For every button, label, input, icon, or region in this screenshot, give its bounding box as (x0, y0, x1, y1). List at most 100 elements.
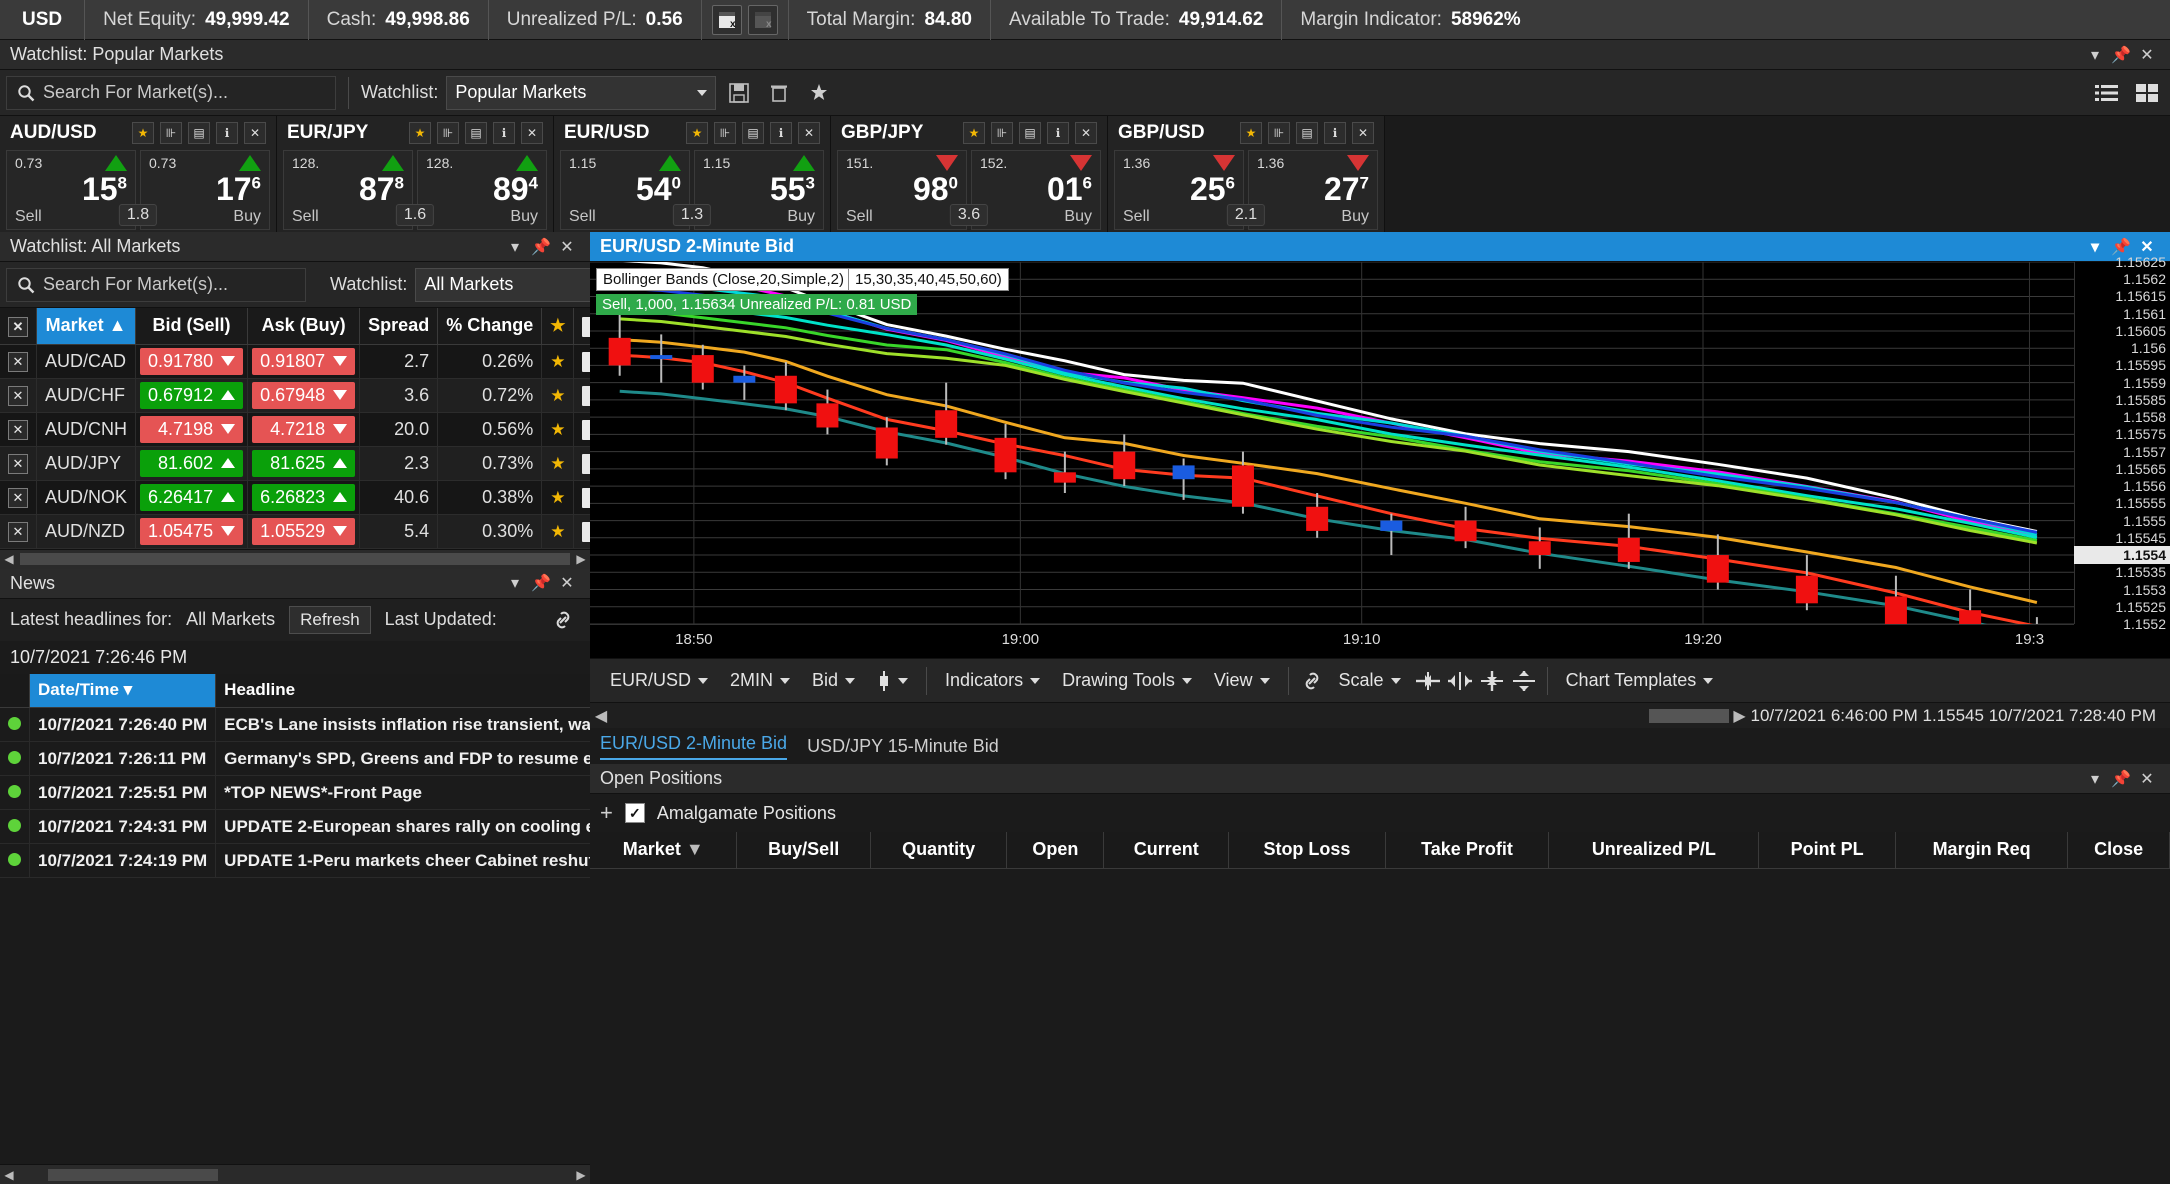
info-icon[interactable]: ℹ (770, 122, 792, 144)
news-refresh-button[interactable]: Refresh (289, 605, 371, 634)
all-markets-close-icon[interactable]: ✕ (554, 234, 580, 260)
close-icon[interactable]: ✕ (1352, 122, 1374, 144)
open-positions-pin-icon[interactable]: 📌 (2108, 766, 2134, 792)
news-horizontal-scrollbar[interactable]: ◀ ▶ (0, 1164, 590, 1184)
tile-buy-button[interactable]: 1.36 277 Buy (1248, 150, 1378, 230)
price-tile-eur-jpy[interactable]: EUR/JPY ★ ⊪ ▤ ℹ ✕ 128. 878 Sell 128. 894 Buy 1.6 (277, 116, 554, 236)
add-position-icon[interactable]: + (600, 800, 613, 826)
news-row[interactable]: 10/7/2021 7:25:51 PM *TOP NEWS*-Front Pag… (0, 775, 642, 810)
row-favorite[interactable]: ★ (541, 514, 575, 549)
open-positions-chevron-down-icon[interactable]: ▾ (2082, 766, 2108, 792)
col-spread[interactable]: Spread (359, 308, 439, 345)
close-icon[interactable]: ✕ (8, 522, 28, 542)
row-ask[interactable]: 6.26823 (247, 480, 361, 515)
chart-interval-select[interactable]: 2MIN (720, 664, 800, 698)
chart-tab-usdjpy[interactable]: USD/JPY 15-Minute Bid (807, 736, 999, 757)
tile-buy-button[interactable]: 0.73 176 Buy (140, 150, 270, 230)
scroll-thumb[interactable] (20, 553, 570, 565)
row-ask[interactable]: 0.91807 (247, 344, 361, 379)
all-markets-pin-icon[interactable]: 📌 (528, 234, 554, 260)
news-row[interactable]: 10/7/2021 7:26:40 PM ECB's Lane insists i… (0, 707, 642, 742)
panel-pin-icon[interactable]: 📌 (2108, 42, 2134, 68)
export-excel-icon[interactable]: x (711, 4, 742, 35)
row-bid[interactable]: 4.7198 (135, 412, 249, 447)
price-tile-eur-usd[interactable]: EUR/USD ★ ⊪ ▤ ℹ ✕ 1.15 540 Sell 1.15 553 Buy 1.3 (554, 116, 831, 236)
op-col-unrealized-p-l[interactable]: Unrealized P/L (1548, 832, 1760, 869)
tile-sell-button[interactable]: 128. 878 Sell (283, 150, 413, 230)
op-col-quantity[interactable]: Quantity (870, 832, 1008, 869)
amalgamate-positions-checkbox[interactable]: ✓ (624, 803, 645, 823)
zoom-horizontal-out-icon[interactable] (1445, 666, 1475, 696)
close-all-icon[interactable]: ✕ (8, 316, 28, 337)
news-scroll-thumb[interactable] (48, 1168, 218, 1181)
news-pin-icon[interactable]: 📌 (528, 570, 554, 596)
price-tile-gbp-usd[interactable]: GBP/USD ★ ⊪ ▤ ℹ ✕ 1.36 256 Sell 1.36 277 Buy 2.1 (1108, 116, 1385, 236)
chart-icon[interactable]: ⊪ (714, 122, 736, 144)
close-icon[interactable]: ✕ (8, 386, 28, 406)
row-favorite[interactable]: ★ (541, 480, 575, 515)
chart-icon[interactable]: ⊪ (1268, 122, 1290, 144)
chart-icon[interactable]: ⊪ (437, 122, 459, 144)
op-col-point-pl[interactable]: Point PL (1758, 832, 1896, 869)
chart-price-type-select[interactable]: Bid (802, 664, 865, 698)
panel-close-icon[interactable]: ✕ (2134, 42, 2160, 68)
delete-watchlist-icon[interactable] (762, 76, 796, 110)
news-row[interactable]: 10/7/2021 7:24:19 PM UPDATE 1-Peru market… (0, 843, 642, 878)
close-icon[interactable]: ✕ (8, 454, 28, 474)
col-change[interactable]: % Change (437, 308, 543, 345)
close-icon[interactable]: ✕ (244, 122, 266, 144)
chart-view-menu[interactable]: View (1204, 664, 1280, 698)
chart-scroll-thumb[interactable] (1648, 708, 1729, 723)
chart-scroll-left-arrow-icon[interactable]: ◀ (590, 706, 612, 726)
news-link-icon[interactable] (546, 603, 580, 637)
order-ticket-icon[interactable]: ▤ (1296, 122, 1318, 144)
chart-style-select[interactable] (867, 664, 918, 698)
grid-view-icon[interactable] (2130, 76, 2164, 110)
chart-icon[interactable]: ⊪ (991, 122, 1013, 144)
news-chevron-down-icon[interactable]: ▾ (502, 570, 528, 596)
row-ask[interactable]: 0.67948 (247, 378, 361, 413)
news-col-headline[interactable]: Headline (215, 673, 642, 708)
chart-canvas-area[interactable]: Bollinger Bands (Close,20,Simple,2) 15,3… (590, 254, 2170, 658)
zoom-vertical-out-icon[interactable] (1509, 666, 1539, 696)
op-col-open[interactable]: Open (1006, 832, 1105, 869)
info-icon[interactable]: ℹ (493, 122, 515, 144)
news-row[interactable]: 10/7/2021 7:26:11 PM Germany's SPD, Green… (0, 741, 642, 776)
tile-sell-button[interactable]: 1.36 256 Sell (1114, 150, 1244, 230)
all-markets-chevron-down-icon[interactable]: ▾ (502, 234, 528, 260)
favorite-star-icon[interactable]: ★ (132, 122, 154, 144)
col-ask[interactable]: Ask (Buy) (247, 308, 361, 345)
row-bid[interactable]: 1.05475 (135, 514, 249, 549)
close-icon[interactable]: ✕ (8, 488, 28, 508)
news-headline[interactable]: UPDATE 2-European shares rally on coolin… (215, 809, 642, 844)
order-ticket-icon[interactable]: ▤ (742, 122, 764, 144)
chart-tab-eurusd[interactable]: EUR/USD 2-Minute Bid (600, 733, 788, 760)
col-bid[interactable]: Bid (Sell) (135, 308, 249, 345)
chart-time-axis[interactable]: 18:50 19:00 19:10 19:20 19:3 (590, 624, 2074, 658)
row-favorite[interactable]: ★ (541, 446, 575, 481)
chart-drawing-tools-menu[interactable]: Drawing Tools (1052, 664, 1202, 698)
op-col-stop-loss[interactable]: Stop Loss (1228, 832, 1386, 869)
chart-indicators-menu[interactable]: Indicators (935, 664, 1050, 698)
zoom-horizontal-in-icon[interactable] (1413, 666, 1443, 696)
save-watchlist-icon[interactable] (722, 76, 756, 110)
favorite-star-icon[interactable]: ★ (1240, 122, 1262, 144)
row-close-cell[interactable]: ✕ (0, 446, 37, 481)
tile-sell-button[interactable]: 151. 980 Sell (837, 150, 967, 230)
close-icon[interactable]: ✕ (521, 122, 543, 144)
favorite-star-icon[interactable]: ★ (409, 122, 431, 144)
news-market-filter[interactable]: All Markets (186, 609, 275, 630)
tile-buy-button[interactable]: 152. 016 Buy (971, 150, 1101, 230)
row-close-cell[interactable]: ✕ (0, 344, 37, 379)
news-headline[interactable]: ECB's Lane insists inflation rise transi… (215, 707, 642, 742)
info-icon[interactable]: ℹ (1324, 122, 1346, 144)
markets-select-all-header[interactable]: ✕ (0, 308, 37, 345)
op-col-take-profit[interactable]: Take Profit (1385, 832, 1550, 869)
news-headline[interactable]: UPDATE 1-Peru markets cheer Cabinet resh… (215, 843, 642, 878)
favorite-star-icon[interactable]: ★ (686, 122, 708, 144)
row-favorite[interactable]: ★ (541, 344, 575, 379)
open-positions-close-icon[interactable]: ✕ (2134, 766, 2160, 792)
close-icon[interactable]: ✕ (8, 352, 28, 372)
order-ticket-icon[interactable]: ▤ (465, 122, 487, 144)
chart-templates-menu[interactable]: Chart Templates (1556, 664, 1724, 698)
